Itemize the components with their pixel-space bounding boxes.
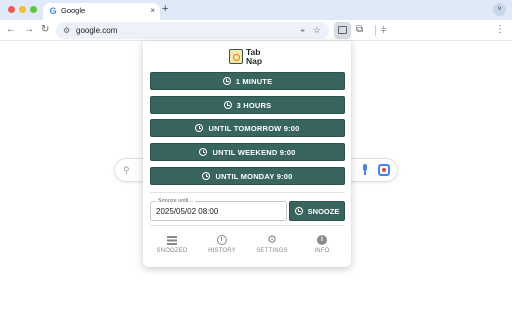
voice-search-icon[interactable] — [361, 164, 369, 176]
lens-search-icon[interactable] — [378, 164, 390, 176]
tab-strip: G Google × + ˅ — [0, 0, 512, 20]
info-icon: i — [317, 235, 327, 245]
tabnap-popup: Tab Nap 1 MINUTE 3 HOURS UNTIL TOMORROW … — [143, 41, 351, 267]
gear-icon: ⚙ — [267, 234, 277, 246]
alarm-clock-icon — [223, 101, 232, 109]
tabnap-logo: Tab Nap — [229, 47, 269, 67]
new-tab-button[interactable]: + — [162, 3, 168, 15]
snooze-until-label: Snooze until... — [156, 197, 195, 205]
tab-close-icon[interactable]: × — [150, 6, 155, 16]
browser-toolbar: ← → ↻ ⚙ google.com ⌖ ☆ ⧉ ⫩ ⋮ — [0, 20, 512, 41]
tabnap-logo-icon — [229, 49, 243, 64]
snooze-1-minute-button[interactable]: 1 MINUTE — [150, 72, 345, 90]
bookmark-star-icon[interactable]: ☆ — [313, 24, 321, 36]
snooze-button-label: SNOOZE — [307, 206, 340, 216]
address-text: google.com — [76, 26, 118, 35]
google-favicon-icon: G — [49, 6, 57, 16]
menu-more-icon[interactable]: ⋮ — [495, 24, 505, 36]
address-bar[interactable]: ⚙ google.com ⌖ ☆ — [56, 22, 329, 39]
snooze-until-value: 2025/05/02 08:00 — [156, 207, 219, 216]
list-icon — [167, 236, 177, 245]
customize-icon[interactable]: ⫩ — [381, 24, 386, 36]
minimize-window-button[interactable] — [19, 6, 26, 13]
nav-label: INFO — [314, 248, 330, 254]
tabnap-extension-button[interactable] — [334, 22, 351, 39]
nav-label: HISTORY — [208, 248, 236, 254]
alarm-clock-icon — [202, 172, 211, 180]
alarm-clock-icon — [222, 77, 231, 85]
browser-tab[interactable]: G Google × — [43, 3, 160, 20]
button-label: 3 HOURS — [236, 100, 272, 110]
nav-snoozed[interactable]: SNOOZED — [150, 234, 194, 255]
snooze-until-field[interactable]: Snooze until... 2025/05/02 08:00 — [150, 197, 287, 221]
close-window-button[interactable] — [8, 6, 15, 13]
nav-settings[interactable]: ⚙ SETTINGS — [250, 234, 294, 255]
alarm-clock-icon — [294, 207, 303, 215]
alarm-clock-icon — [195, 124, 204, 132]
tabnap-extension-icon — [338, 26, 347, 34]
toolbar-divider — [375, 25, 376, 36]
snooze-3-hours-button[interactable]: 3 HOURS — [150, 96, 345, 114]
site-info-icon[interactable]: ⚙ — [63, 25, 70, 36]
maximize-window-button[interactable] — [30, 6, 37, 13]
nav-label: SETTINGS — [256, 248, 288, 254]
snooze-button[interactable]: SNOOZE — [289, 201, 345, 221]
alarm-clock-icon — [199, 148, 208, 156]
divider — [150, 225, 345, 226]
location-icon[interactable]: ⌖ — [300, 25, 305, 36]
logo-line-2: Nap — [246, 55, 263, 66]
tab-title: Google — [61, 6, 86, 15]
logo-text: Tab Nap — [246, 48, 262, 65]
extensions-puzzle-icon[interactable]: ⧉ — [356, 24, 363, 36]
nav-history[interactable]: HISTORY — [200, 234, 244, 255]
nav-info[interactable]: i INFO — [300, 234, 344, 255]
nav-label: SNOOZED — [156, 248, 188, 254]
button-label: UNTIL WEEKEND 9:00 — [212, 147, 296, 157]
button-label: UNTIL TOMORROW 9:00 — [208, 123, 300, 133]
divider — [150, 192, 345, 193]
back-arrow-icon[interactable]: ← — [6, 24, 16, 36]
reload-icon[interactable]: ↻ — [41, 24, 49, 36]
tab-search-button[interactable]: ˅ — [493, 3, 506, 16]
snooze-weekend-button[interactable]: UNTIL WEEKEND 9:00 — [150, 143, 345, 161]
button-label: UNTIL MONDAY 9:00 — [215, 171, 293, 181]
snooze-monday-button[interactable]: UNTIL MONDAY 9:00 — [150, 167, 345, 185]
history-icon — [217, 235, 227, 245]
forward-arrow-icon[interactable]: → — [24, 24, 34, 36]
snooze-tomorrow-button[interactable]: UNTIL TOMORROW 9:00 — [150, 119, 345, 137]
button-label: 1 MINUTE — [235, 76, 273, 86]
search-icon: ⚲ — [123, 165, 130, 175]
